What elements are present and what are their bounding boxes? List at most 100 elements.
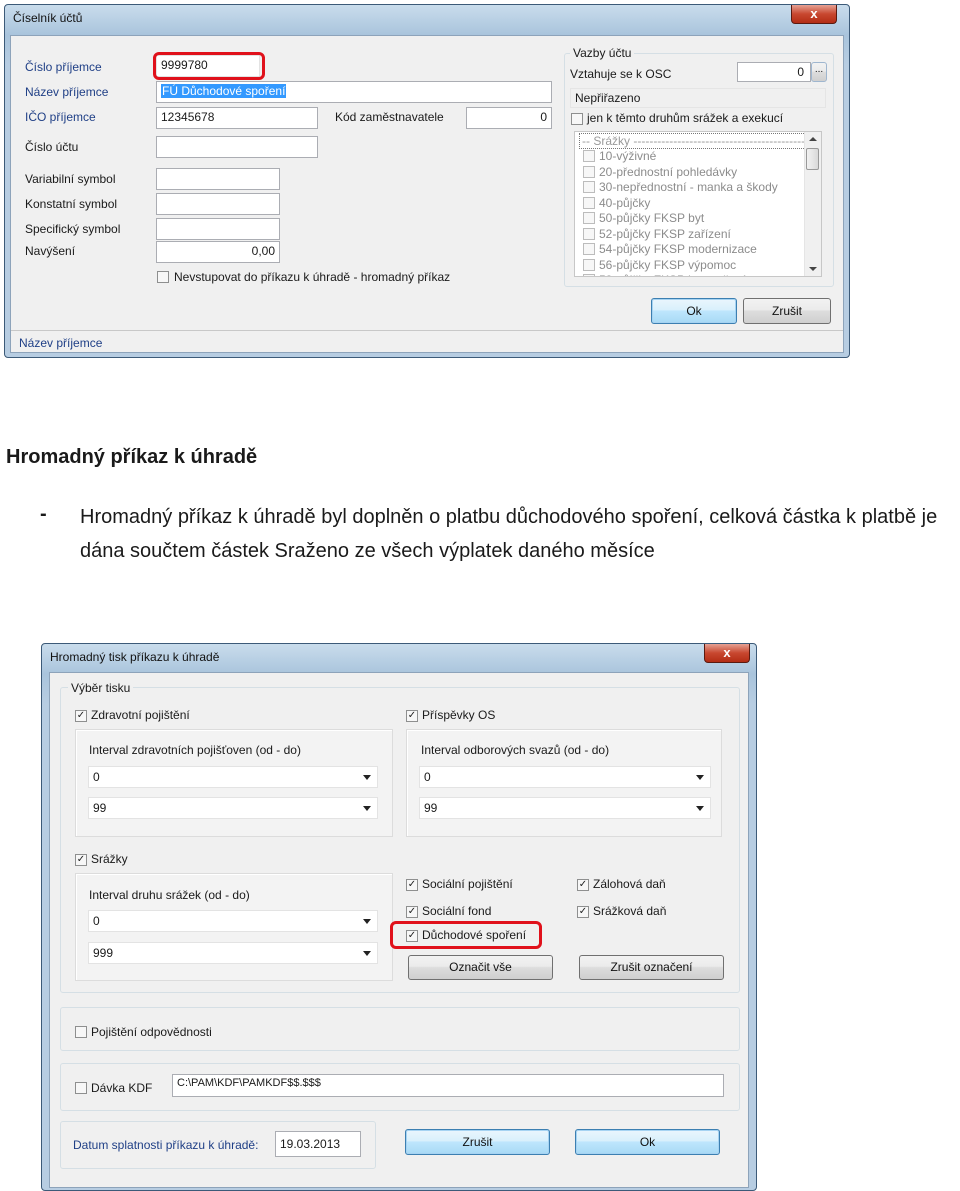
nazev-prijemce-selected-text: FÚ Důchodové spoření (161, 84, 287, 98)
konstantni-symbol-field[interactable] (156, 193, 280, 215)
srazky-list-item[interactable]: 40-půjčky (583, 196, 650, 210)
label-cislo-uctu: Číslo účtu (25, 140, 79, 154)
zrusit-oznaceni-button[interactable]: Zrušit označení (579, 955, 724, 980)
davka-kdf-label: Dávka KDF (91, 1081, 153, 1095)
srazky-interval-label: Interval druhu srážek (od - do) (89, 888, 250, 902)
list-item-label: 54-půjčky FKSP modernizace (599, 242, 757, 256)
srazkova-dan-checkbox[interactable]: ✓ (577, 906, 589, 918)
datum-splatnosti-field[interactable]: 19.03.2013 (275, 1131, 361, 1157)
srazky-list-item[interactable]: 52-půjčky FKSP zařízení (583, 227, 731, 241)
zdravotni-pojisteni-checkbox[interactable]: ✓ (75, 710, 87, 722)
chevron-down-icon (363, 806, 371, 811)
davka-kdf-checkbox[interactable] (75, 1082, 87, 1094)
listbox-scrollbar[interactable] (804, 132, 821, 276)
srazky-from-combo[interactable]: 0 (88, 910, 378, 932)
srazky-list-item[interactable]: 56-půjčky FKSP výpomoc (583, 258, 736, 272)
nevstupovat-label: Nevstupovat do příkazu k úhradě - hromad… (174, 270, 451, 284)
label-kod-zamestnavatele: Kód zaměstnavatele (335, 110, 444, 124)
ok-button[interactable]: Ok (651, 298, 737, 324)
scroll-down-icon[interactable] (809, 267, 817, 271)
list-item-checkbox[interactable] (583, 150, 595, 162)
socialni-pojisteni-label: Sociální pojištění (422, 877, 513, 891)
zrusit-button[interactable]: Zrušit (405, 1129, 550, 1155)
list-item-checkbox[interactable] (583, 274, 595, 276)
chevron-down-icon (363, 951, 371, 956)
list-item-checkbox[interactable] (583, 243, 595, 255)
kod-zamestnavatele-field[interactable]: 0 (466, 107, 552, 129)
pojisteni-odpovednosti-checkbox[interactable] (75, 1026, 87, 1038)
srazky-list-item[interactable]: 54-půjčky FKSP modernizace (583, 242, 757, 256)
vztahuje-ellipsis-button[interactable]: ... (811, 62, 827, 82)
srazky-list-item[interactable]: 58-půjčky FKSP bez vyšení (583, 273, 746, 276)
dialog-hromadny-tisk: Hromadný tisk příkazu k úhradě x Výběr t… (41, 643, 757, 1191)
nazev-prijemce-field[interactable]: FÚ Důchodové spoření (156, 81, 552, 103)
chevron-down-icon (696, 806, 704, 811)
close-button[interactable]: x (704, 644, 750, 663)
prispevky-os-label: Příspěvky OS (422, 708, 496, 722)
prispevky-from-combo[interactable]: 0 (419, 766, 711, 788)
list-item-checkbox[interactable] (583, 212, 595, 224)
list-item-checkbox[interactable] (583, 258, 595, 271)
document-heading: Hromadný příkaz k úhradě (6, 446, 258, 468)
ico-prijemce-field[interactable]: 12345678 (156, 107, 318, 129)
chevron-down-icon (363, 919, 371, 924)
srazky-label: Srážky (91, 852, 128, 866)
label-konstantni-symbol: Konstatní symbol (25, 197, 118, 211)
jen-checkbox[interactable] (571, 113, 583, 125)
socialni-fond-checkbox[interactable]: ✓ (406, 906, 418, 918)
list-item-checkbox[interactable] (583, 165, 595, 178)
label-vztahuje: Vztahuje se k OSC (570, 67, 672, 81)
chevron-down-icon (363, 775, 371, 780)
list-header: -- Srážky ------------------------------… (579, 133, 821, 149)
list-item-checkbox[interactable] (583, 227, 595, 240)
list-item-checkbox[interactable] (583, 181, 595, 193)
cislo-uctu-field[interactable] (156, 136, 318, 158)
oznacit-vse-button[interactable]: Označit vše (408, 955, 553, 980)
jen-label: jen k těmto druhům srážek a exekucí (587, 111, 784, 125)
scrollbar-thumb[interactable] (806, 148, 819, 170)
zalohova-dan-checkbox[interactable]: ✓ (577, 879, 589, 891)
srazky-checkbox[interactable]: ✓ (75, 854, 87, 866)
zrusit-button[interactable]: Zrušit (743, 298, 831, 324)
dialog-client-area: Číslo příjemce Název příjemce IČO příjem… (10, 35, 844, 353)
variabilni-symbol-field[interactable] (156, 168, 280, 190)
srazky-list-item[interactable]: 10-výživné (583, 149, 656, 163)
zdravotni-to-combo[interactable]: 99 (88, 797, 378, 819)
label-ico-prijemce: IČO příjemce (25, 110, 96, 124)
list-item-label: 50-půjčky FKSP byt (599, 211, 705, 225)
navyseni-field[interactable]: 0,00 (156, 241, 280, 263)
list-item-label: 58-půjčky FKSP bez vyšení (599, 273, 746, 276)
vazby-uctu-title: Vazby účtu (570, 46, 635, 60)
zdravotni-from-combo[interactable]: 0 (88, 766, 378, 788)
ok-button[interactable]: Ok (575, 1129, 720, 1155)
srazky-list-item[interactable]: 30-nepřednostní - manka a škody (583, 180, 778, 194)
zdravotni-to-value: 99 (93, 801, 107, 815)
close-button[interactable]: x (791, 5, 837, 24)
scroll-up-icon[interactable] (809, 137, 817, 141)
dialog-title: Číselník účtů (13, 11, 83, 25)
zalohova-dan-label: Zálohová daň (593, 877, 666, 891)
pojisteni-odpovednosti-label: Pojištění odpovědnosti (91, 1025, 212, 1039)
nevstupovat-checkbox[interactable] (157, 271, 169, 283)
bullet-marker: - (40, 503, 47, 525)
srazkova-dan-label: Srážková daň (593, 904, 667, 918)
neprirazeno-field: Nepřiřazeno (570, 88, 826, 108)
label-nazev-prijemce: Název příjemce (25, 85, 109, 99)
zdravotni-from-value: 0 (93, 770, 100, 784)
srazky-listbox[interactable]: -- Srážky ------------------------------… (574, 131, 822, 277)
davka-kdf-path-field[interactable]: C:\PAM\KDF\PAMKDF$$.$$$ (172, 1074, 724, 1097)
list-item-checkbox[interactable] (583, 196, 595, 209)
specificky-symbol-field[interactable] (156, 218, 280, 240)
srazky-list-item[interactable]: 20-přednostní pohledávky (583, 165, 737, 179)
datum-splatnosti-label: Datum splatnosti příkazu k úhradě: (73, 1138, 259, 1152)
srazky-to-combo[interactable]: 999 (88, 942, 378, 964)
list-item-label: 10-výživné (599, 149, 657, 163)
vztahuje-osc-field[interactable]: 0 (737, 62, 811, 82)
srazky-to-value: 999 (93, 946, 114, 960)
prispevky-to-combo[interactable]: 99 (419, 797, 711, 819)
label-variabilni-symbol: Variabilní symbol (25, 172, 116, 186)
srazky-list-item[interactable]: 50-půjčky FKSP byt (583, 211, 704, 225)
prispevky-os-checkbox[interactable]: ✓ (406, 710, 418, 722)
bullet-text: Hromadný příkaz k úhradě byl doplněn o p… (80, 506, 938, 562)
socialni-pojisteni-checkbox[interactable]: ✓ (406, 879, 418, 891)
